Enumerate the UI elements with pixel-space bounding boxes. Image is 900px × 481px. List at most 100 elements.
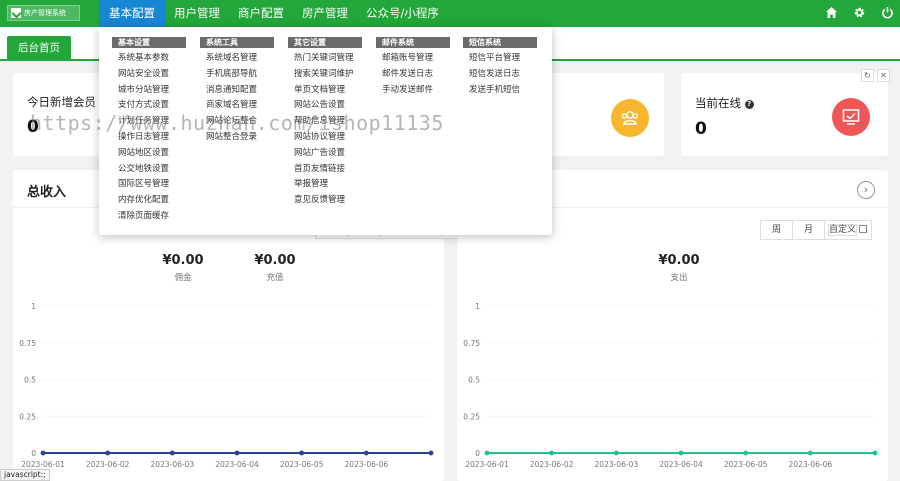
dropdown-column-title: 邮件系统 <box>376 37 450 48</box>
data-point[interactable] <box>234 450 240 456</box>
online-card: 当前在线 ? 0 <box>681 73 888 156</box>
logo-text: 房产管理系统 <box>24 9 66 17</box>
nav-basic-config[interactable]: 基本配置 <box>99 0 165 27</box>
dropdown-menu-item[interactable]: 计划任务管理 <box>112 114 186 130</box>
close-icon[interactable]: ✕ <box>877 69 890 82</box>
dropdown-menu-item[interactable]: 热门关键词管理 <box>288 51 362 67</box>
data-point[interactable] <box>169 450 175 456</box>
data-point[interactable] <box>678 450 684 456</box>
dropdown-menu-item[interactable]: 系统域名管理 <box>200 51 274 67</box>
dropdown-menu-item[interactable]: 短信平台管理 <box>463 51 537 67</box>
dropdown-menu-item[interactable]: 首页友情链接 <box>288 162 362 178</box>
dropdown-menu-item[interactable]: 网站安全设置 <box>112 67 186 83</box>
dropdown-menu-item[interactable]: 发送手机短信 <box>463 83 537 99</box>
y-tick-label: 0.25 <box>19 412 36 421</box>
data-point[interactable] <box>807 450 813 456</box>
members-badge <box>611 99 649 137</box>
dropdown-menu-item[interactable]: 消息通知配置 <box>200 83 274 99</box>
nav-property-management[interactable]: 房产管理 <box>293 0 357 27</box>
dropdown-menu-item[interactable]: 国际区号管理 <box>112 177 186 193</box>
dropdown-column-title: 短信系统 <box>463 37 537 48</box>
tab-home[interactable]: 后台首页 <box>7 36 71 60</box>
nav-user-management[interactable]: 用户管理 <box>165 0 229 27</box>
dropdown-menu-item[interactable]: 网站公告设置 <box>288 98 362 114</box>
dropdown-menu-item[interactable]: 支付方式设置 <box>112 98 186 114</box>
dropdown-menu-item[interactable]: 公交地铁设置 <box>112 162 186 178</box>
dropdown-menu-item[interactable]: 清除页面缓存 <box>112 209 186 225</box>
data-point[interactable] <box>743 450 749 456</box>
dropdown-menu-item[interactable]: 邮件发送日志 <box>376 67 450 83</box>
nav-wechat-miniprogram[interactable]: 公众号/小程序 <box>357 0 448 27</box>
help-icon[interactable]: ? <box>744 100 754 109</box>
dropdown-menu-item[interactable]: 网站协议管理 <box>288 130 362 146</box>
y-tick-label: 0.5 <box>24 376 36 385</box>
dropdown-menu-item[interactable]: 短信发送日志 <box>463 67 537 83</box>
y-tick-label: 0.75 <box>463 339 480 348</box>
dropdown-menu-item[interactable]: 操作日志管理 <box>112 130 186 146</box>
dropdown-menu-item[interactable]: 意见反馈管理 <box>288 193 362 209</box>
dropdown-menu-item[interactable]: 邮箱账号管理 <box>376 51 450 67</box>
dropdown-menu-item[interactable]: 手动发送邮件 <box>376 83 450 99</box>
data-point[interactable] <box>105 450 111 456</box>
x-tick-label: 2023-06-03 <box>595 460 639 469</box>
dropdown-menu-item[interactable]: 网站整合登录 <box>200 130 274 146</box>
x-tick-label: 2023-06-06 <box>345 460 389 469</box>
monitor-icon <box>842 109 860 125</box>
online-label: 当前在线 ? <box>695 95 754 111</box>
x-tick-label: 2023-06-01 <box>465 460 509 469</box>
power-icon[interactable] <box>880 6 894 20</box>
x-tick-label: 2023-06-04 <box>215 460 259 469</box>
nav-merchant-config[interactable]: 商户配置 <box>229 0 293 27</box>
main-nav: 基本配置 用户管理 商户配置 房产管理 公众号/小程序 <box>99 0 448 27</box>
dropdown-menu-item[interactable]: 网站地区设置 <box>112 146 186 162</box>
data-point[interactable] <box>549 450 555 456</box>
x-tick-label: 2023-06-02 <box>530 460 574 469</box>
dropdown-menu-item[interactable]: 单页文档管理 <box>288 83 362 99</box>
dropdown-menu-item[interactable]: 搜索关键词维护 <box>288 67 362 83</box>
x-tick-label: 2023-06-02 <box>86 460 130 469</box>
data-point[interactable] <box>613 450 619 456</box>
y-tick-label: 0.5 <box>468 376 480 385</box>
dropdown-column: 短信系统短信平台管理 短信发送日志 发送手机短信 <box>463 37 537 98</box>
dropdown-menu-item[interactable]: 帮助信息管理 <box>288 114 362 130</box>
online-badge <box>832 98 870 136</box>
dropdown-menu-item[interactable]: 内存优化配置 <box>112 193 186 209</box>
logo[interactable]: 房产管理系统 <box>7 5 80 21</box>
status-bar-url: javascript:; <box>0 469 50 481</box>
y-tick-label: 0 <box>31 449 36 458</box>
refresh-icon[interactable]: ↻ <box>861 69 874 82</box>
logo-icon <box>11 8 21 18</box>
card-tools: ↻ ✕ <box>861 69 890 82</box>
x-tick-label: 2023-06-05 <box>280 460 324 469</box>
data-point[interactable] <box>428 450 434 456</box>
dropdown-column-title: 系统工具 <box>200 37 274 48</box>
data-point[interactable] <box>872 450 878 456</box>
dropdown-menu-item[interactable]: 举报管理 <box>288 177 362 193</box>
home-icon[interactable] <box>824 6 838 20</box>
data-point[interactable] <box>484 450 490 456</box>
y-tick-label: 0.75 <box>19 339 36 348</box>
users-icon <box>621 111 639 125</box>
dropdown-menu-item[interactable]: 系统基本参数 <box>112 51 186 67</box>
online-label-text: 当前在线 <box>695 96 741 110</box>
dropdown-menu-item[interactable]: 城市分站管理 <box>112 83 186 99</box>
dropdown-column: 邮件系统邮箱账号管理 邮件发送日志 手动发送邮件 <box>376 37 450 98</box>
new-members-value: 0 <box>27 117 39 137</box>
dropdown-column: 其它设置 热门关键词管理 搜索关键词维护 单页文档管理 网站公告设置 帮助信息管理 网站协议… <box>288 37 362 209</box>
online-value: 0 <box>695 119 707 139</box>
gear-icon[interactable] <box>852 6 866 20</box>
basic-config-dropdown: 基本设置系统基本参数 网站安全设置 城市分站管理 支付方式设置 计划任务管理 操作日志管理… <box>99 27 552 235</box>
data-point[interactable] <box>299 450 305 456</box>
dropdown-menu-item[interactable]: 手机底部导航 <box>200 67 274 83</box>
dropdown-menu-item[interactable]: 网站广告设置 <box>288 146 362 162</box>
dropdown-column-title: 基本设置 <box>112 37 186 48</box>
x-tick-label: 2023-06-01 <box>21 460 65 469</box>
top-icons <box>824 6 894 20</box>
data-point[interactable] <box>40 450 46 456</box>
data-point[interactable] <box>363 450 369 456</box>
y-tick-label: 0 <box>475 449 480 458</box>
top-bar: 房产管理系统 基本配置 用户管理 商户配置 房产管理 公众号/小程序 <box>0 0 900 27</box>
dropdown-menu-item[interactable]: 商家域名管理 <box>200 98 274 114</box>
dropdown-menu-item[interactable]: 网站论坛整合 <box>200 114 274 130</box>
y-tick-label: 0.25 <box>463 412 480 421</box>
